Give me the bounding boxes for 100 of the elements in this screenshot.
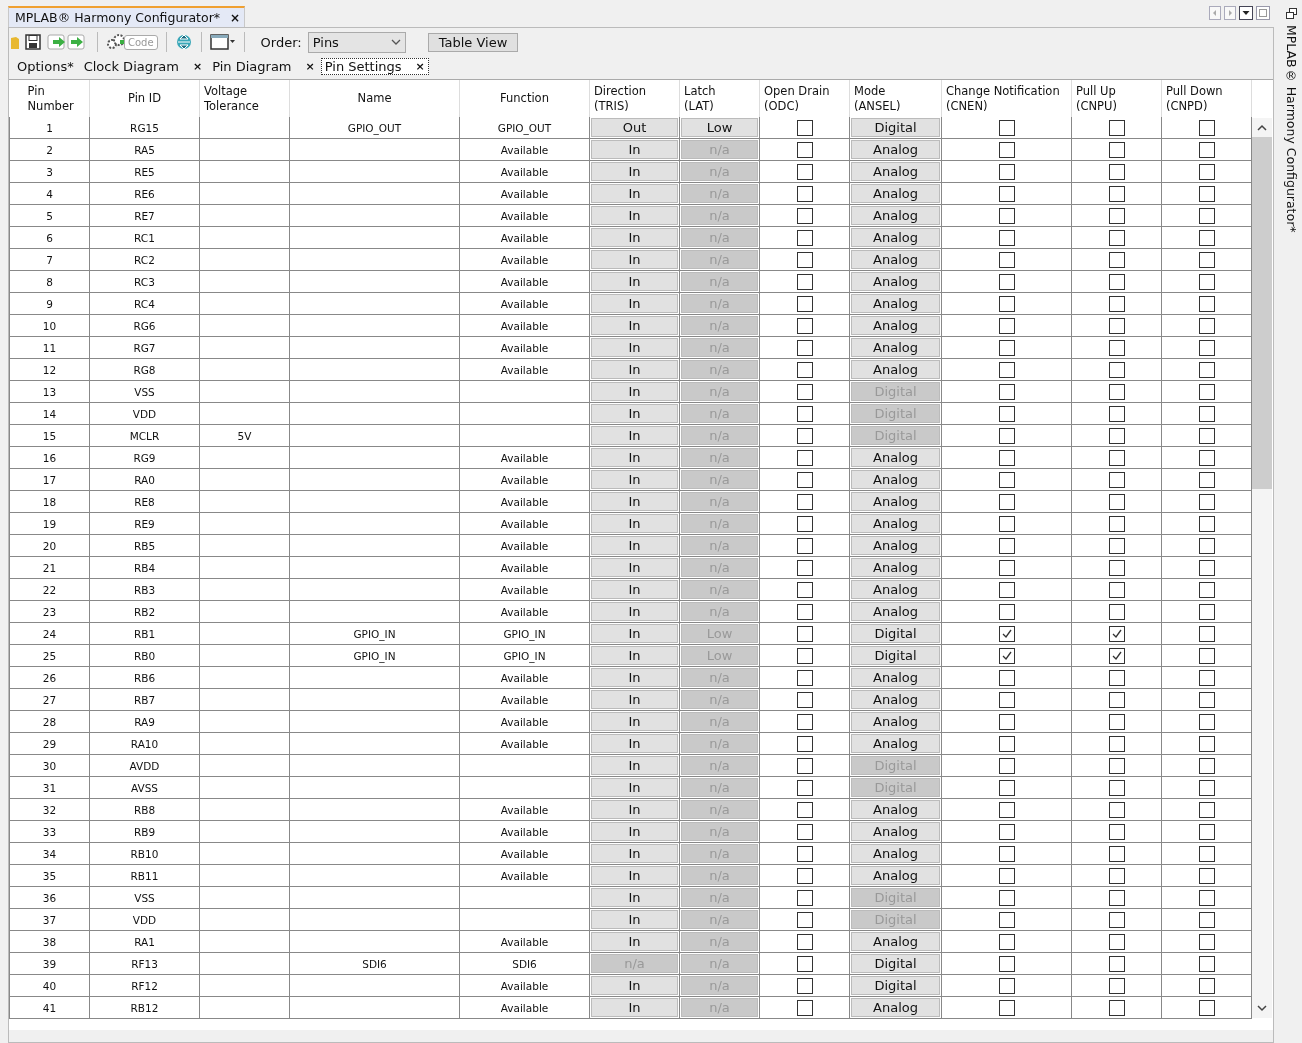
direction-button[interactable]: In (591, 580, 678, 599)
checkbox[interactable] (998, 823, 1015, 840)
checkbox[interactable] (1108, 339, 1125, 356)
checkbox[interactable] (796, 493, 813, 510)
close-icon[interactable]: × (230, 10, 241, 25)
checkbox[interactable] (998, 911, 1015, 928)
checkbox[interactable] (998, 515, 1015, 532)
mode-button[interactable]: Digital (851, 954, 940, 973)
checkbox[interactable] (1198, 163, 1215, 180)
checkbox[interactable] (796, 119, 813, 136)
checkbox[interactable] (1108, 603, 1125, 620)
checkbox[interactable] (998, 317, 1015, 334)
checkbox[interactable] (1108, 229, 1125, 246)
mode-button[interactable]: Analog (851, 536, 940, 555)
close-icon[interactable]: × (192, 60, 203, 73)
direction-button[interactable]: In (591, 734, 678, 753)
mode-button[interactable]: Analog (851, 448, 940, 467)
mode-button[interactable]: Analog (851, 360, 940, 379)
checkbox[interactable] (796, 471, 813, 488)
checkbox[interactable] (998, 669, 1015, 686)
mode-button[interactable]: Digital (851, 976, 940, 995)
checkbox[interactable] (1108, 449, 1125, 466)
scrollbar-thumb[interactable] (1252, 137, 1272, 489)
checkbox[interactable] (1198, 383, 1215, 400)
checkbox[interactable] (1108, 757, 1125, 774)
checkbox[interactable] (796, 801, 813, 818)
order-dropdown[interactable]: Pins (307, 31, 406, 53)
checkbox[interactable] (1108, 361, 1125, 378)
direction-button[interactable]: In (591, 888, 678, 907)
mode-button[interactable]: Analog (851, 668, 940, 687)
mode-button[interactable]: Analog (851, 690, 940, 709)
checkbox[interactable] (1198, 207, 1215, 224)
direction-button[interactable]: In (591, 294, 678, 313)
checkbox[interactable] (998, 295, 1015, 312)
direction-button[interactable]: In (591, 712, 678, 731)
checkbox[interactable] (1108, 427, 1125, 444)
checkbox[interactable] (1198, 493, 1215, 510)
direction-button[interactable]: Out (591, 118, 678, 137)
checkbox[interactable] (1108, 779, 1125, 796)
checkbox[interactable] (1198, 581, 1215, 598)
checkbox[interactable] (796, 185, 813, 202)
checkbox[interactable] (998, 559, 1015, 576)
checkbox[interactable] (1198, 999, 1215, 1016)
direction-button[interactable]: In (591, 360, 678, 379)
checkbox[interactable] (796, 207, 813, 224)
checkbox[interactable] (1198, 405, 1215, 422)
checkbox[interactable] (1108, 581, 1125, 598)
direction-button[interactable]: In (591, 602, 678, 621)
mode-button[interactable]: Analog (851, 866, 940, 885)
mode-button[interactable]: Analog (851, 140, 940, 159)
checkbox[interactable] (1198, 119, 1215, 136)
checkbox[interactable] (1198, 647, 1215, 664)
checkbox[interactable] (796, 713, 813, 730)
checkbox[interactable] (796, 273, 813, 290)
checkbox[interactable] (1198, 845, 1215, 862)
mode-button[interactable]: Analog (851, 844, 940, 863)
checkbox[interactable] (796, 141, 813, 158)
checkbox[interactable] (796, 251, 813, 268)
mode-button[interactable]: Analog (851, 998, 940, 1017)
checkbox[interactable] (998, 779, 1015, 796)
checkbox[interactable] (998, 867, 1015, 884)
checkbox[interactable] (796, 537, 813, 554)
checkbox[interactable] (796, 559, 813, 576)
checkbox[interactable] (1108, 823, 1125, 840)
mode-button[interactable]: Analog (851, 580, 940, 599)
window-layout-icon[interactable] (209, 34, 236, 50)
checkbox[interactable] (1108, 493, 1125, 510)
checkbox[interactable] (796, 845, 813, 862)
checkbox[interactable] (1108, 559, 1125, 576)
checkbox[interactable] (1198, 955, 1215, 972)
mode-button[interactable]: Digital (851, 624, 940, 643)
checkbox[interactable] (796, 669, 813, 686)
direction-button[interactable]: In (591, 162, 678, 181)
checkbox[interactable] (998, 955, 1015, 972)
checkbox[interactable] (1198, 911, 1215, 928)
checkbox[interactable] (796, 647, 813, 664)
mode-button[interactable]: Analog (851, 514, 940, 533)
checkbox[interactable] (796, 339, 813, 356)
checkbox[interactable] (1198, 295, 1215, 312)
checkbox[interactable] (1198, 691, 1215, 708)
checkbox[interactable] (998, 691, 1015, 708)
checkbox[interactable] (1198, 933, 1215, 950)
checkbox[interactable] (1108, 647, 1125, 664)
direction-button[interactable]: In (591, 404, 678, 423)
direction-button[interactable]: In (591, 536, 678, 555)
checkbox[interactable] (998, 251, 1015, 268)
checkbox[interactable] (1198, 735, 1215, 752)
mode-button[interactable]: Analog (851, 470, 940, 489)
checkbox[interactable] (998, 713, 1015, 730)
latch-button[interactable]: Low (681, 118, 758, 137)
checkbox[interactable] (796, 229, 813, 246)
direction-button[interactable]: In (591, 338, 678, 357)
checkbox[interactable] (1108, 163, 1125, 180)
mode-button[interactable]: Digital (851, 118, 940, 137)
checkbox[interactable] (1108, 251, 1125, 268)
checkbox[interactable] (1108, 317, 1125, 334)
checkbox[interactable] (796, 911, 813, 928)
direction-button[interactable]: In (591, 778, 678, 797)
mode-button[interactable]: Analog (851, 316, 940, 335)
checkbox[interactable] (796, 405, 813, 422)
